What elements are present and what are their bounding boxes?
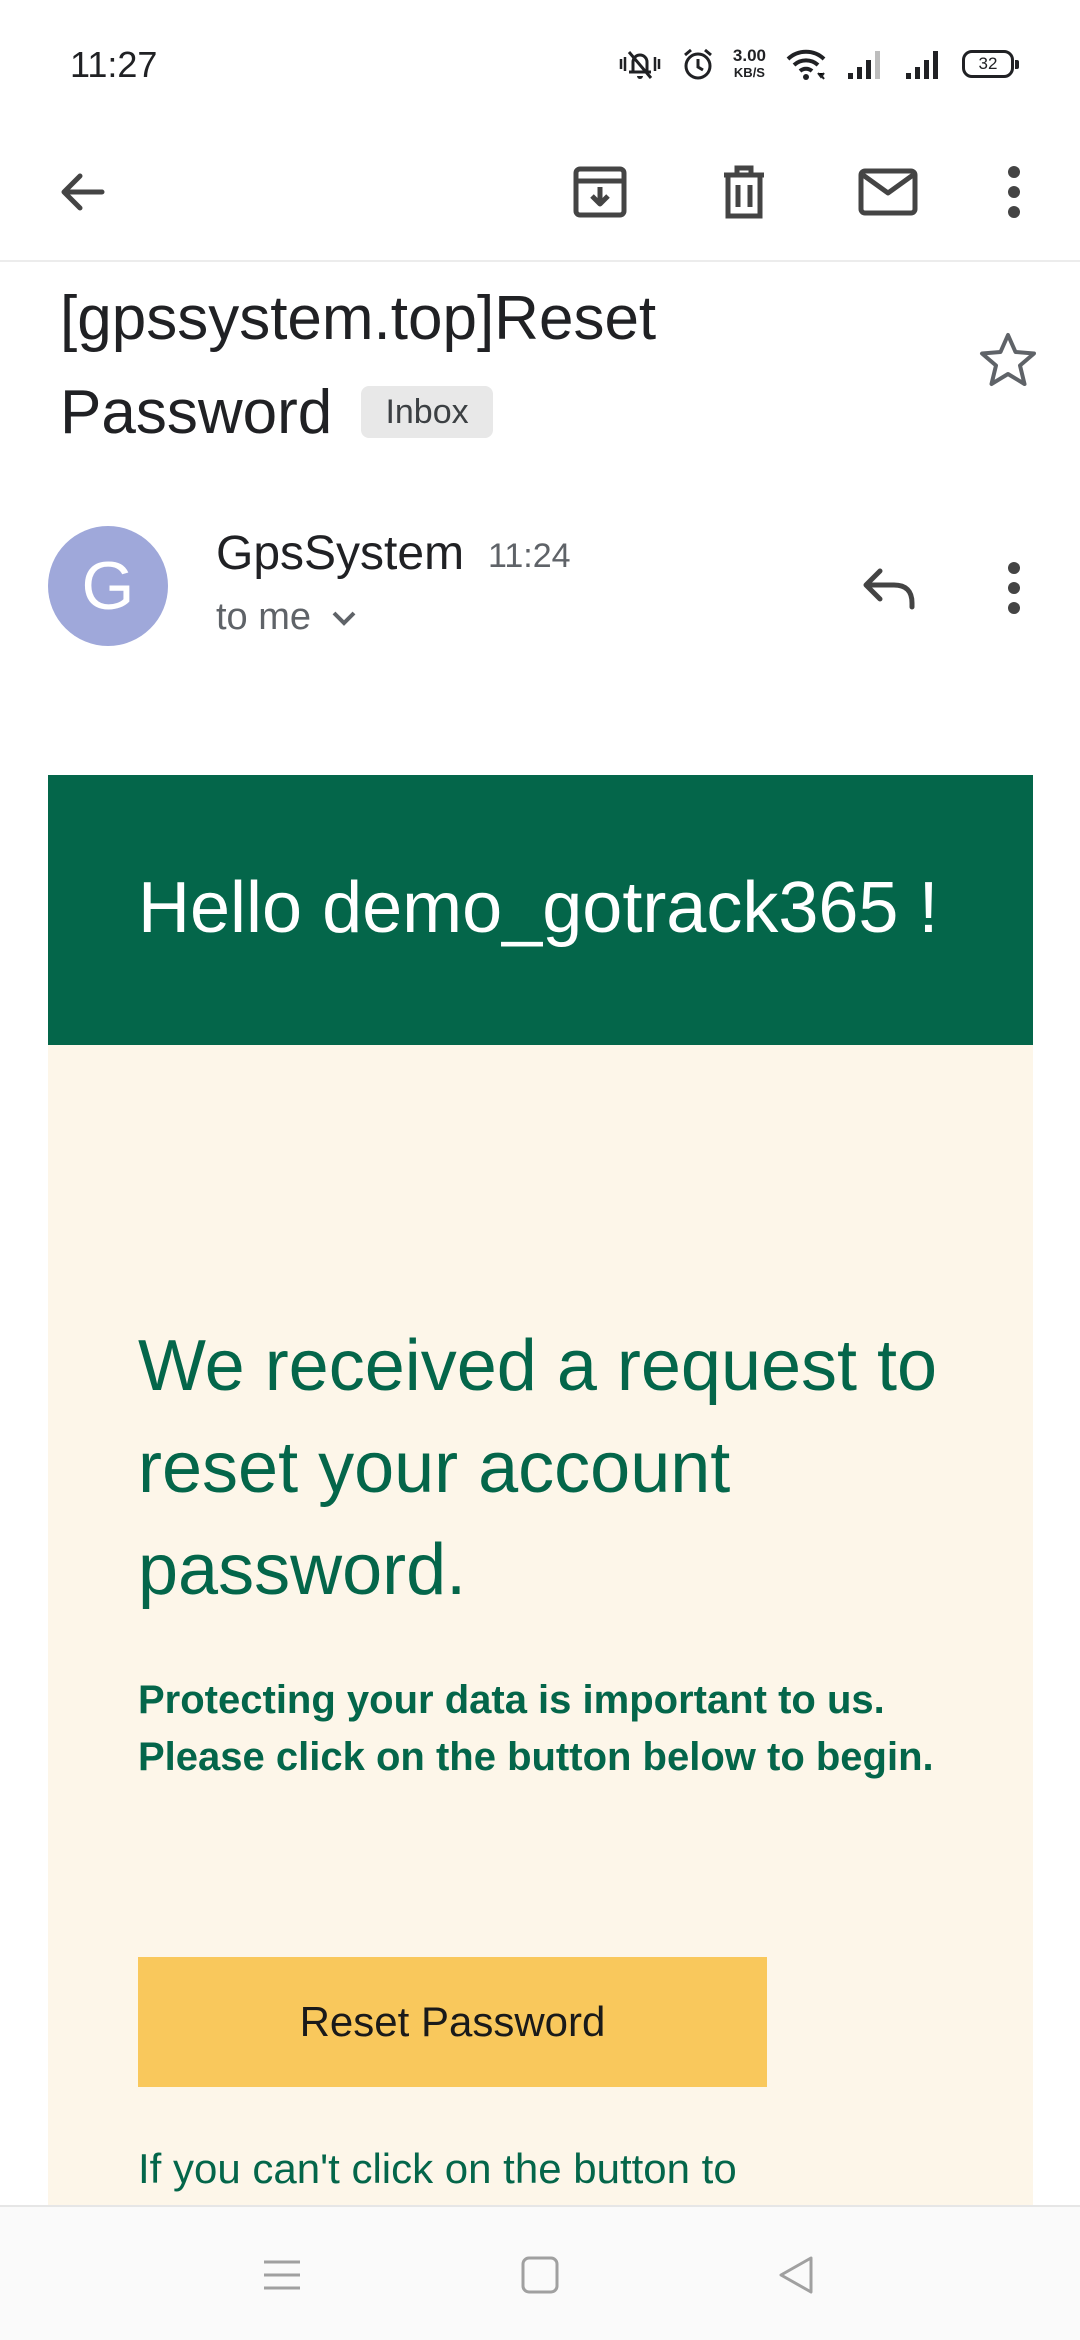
mute-vibrate-icon [617, 46, 663, 82]
email-paragraph: Protecting your data is important to us.… [138, 1672, 958, 1786]
home-square-icon [521, 2256, 559, 2294]
delete-icon [724, 165, 764, 219]
email-headline: We received a request to reset your acco… [138, 1326, 938, 1610]
more-vert-icon [1008, 166, 1020, 218]
email-banner: Hello demo_gotrack365 ! [48, 775, 1033, 1045]
avatar[interactable]: G [48, 526, 168, 646]
chevron-down-icon [332, 611, 356, 626]
menu-button[interactable] [242, 2235, 322, 2315]
email-content: We received a request to reset your acco… [48, 1045, 1033, 2205]
signal-icon [846, 47, 886, 81]
signal-icon [904, 47, 944, 81]
inbox-label[interactable]: Inbox [361, 386, 493, 438]
paragraph-line: Protecting your data is important to us. [138, 1678, 885, 1722]
reply-icon [863, 568, 915, 610]
home-button[interactable] [500, 2235, 580, 2315]
recipient-details-toggle[interactable]: to me [216, 596, 357, 639]
wifi-icon [784, 47, 828, 81]
subject-text: [gpssystem.top]Reset Password [60, 284, 657, 447]
message-more-button[interactable] [972, 546, 1056, 630]
star-button[interactable] [966, 318, 1050, 402]
reply-button[interactable] [846, 546, 930, 630]
battery-icon: 32 [962, 50, 1019, 78]
archive-button[interactable] [558, 150, 642, 234]
sender-name: GpsSystem [216, 527, 465, 580]
back-arrow-icon [61, 173, 105, 211]
more-options-button[interactable] [972, 150, 1056, 234]
more-vert-icon [1008, 562, 1020, 614]
back-triangle-icon [779, 2256, 813, 2294]
status-icons: 3.00 KB/S 32 [617, 44, 1019, 84]
email-toolbar [0, 120, 1080, 262]
paragraph-line: Please click on the button below to begi… [138, 1735, 934, 1779]
recipient-text: to me [216, 596, 312, 638]
alarm-icon [681, 46, 715, 82]
menu-icon [264, 2260, 300, 2290]
net-speed-value: 3.00 [732, 46, 766, 65]
delete-button[interactable] [702, 150, 786, 234]
greeting: Hello demo_gotrack365 ! [138, 868, 939, 948]
net-speed: 3.00 KB/S [733, 47, 766, 81]
email-subject: [gpssystem.top]Reset Password Inbox [60, 272, 940, 460]
status-time: 11:27 [70, 44, 158, 85]
status-bar: 11:27 3.00 KB/S 32 [0, 0, 1080, 120]
mark-unread-button[interactable] [846, 150, 930, 234]
reset-password-button[interactable]: Reset Password [138, 1957, 767, 2087]
back-nav-button[interactable] [756, 2235, 836, 2315]
net-speed-unit: KB/S [733, 65, 765, 80]
fallback-text: If you can't click on the button to [138, 2145, 737, 2192]
star-icon [980, 333, 1036, 386]
email-time: 11:24 [488, 537, 571, 575]
back-button[interactable] [40, 150, 124, 234]
system-nav-bar [0, 2205, 1080, 2340]
mark-unread-icon [858, 168, 918, 216]
archive-icon [573, 166, 627, 218]
